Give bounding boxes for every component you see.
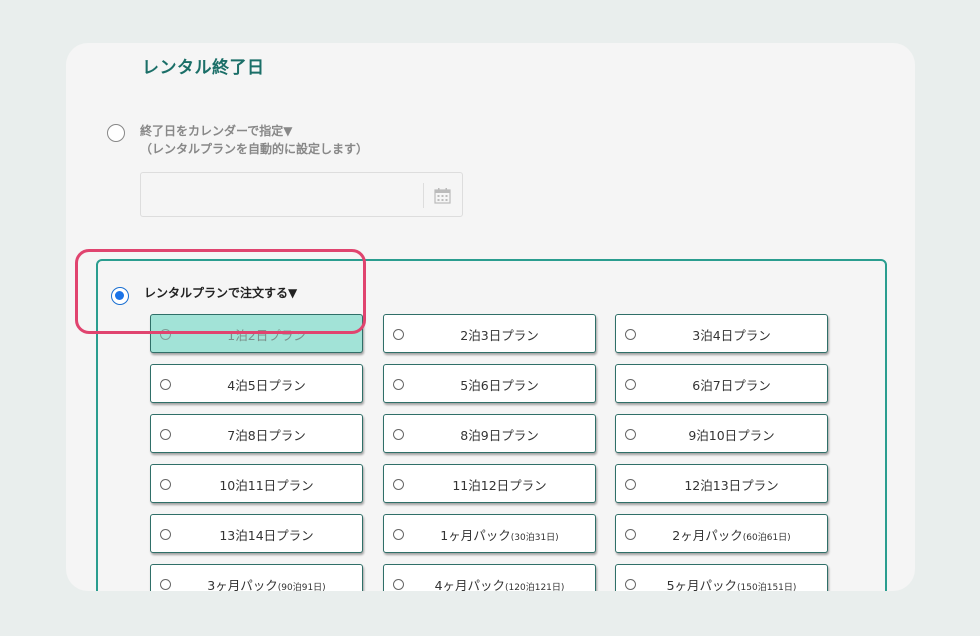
plan-label: 9泊10日プラン — [640, 425, 823, 444]
plan-label-main: 12泊13日プラン — [684, 478, 779, 493]
plan-radio[interactable] — [625, 529, 636, 540]
plan-label-main: 3泊4日プラン — [692, 328, 771, 343]
plan-label: 1ヶ月パック(30泊31日) — [408, 525, 591, 544]
plan-option-12[interactable]: 12泊13日プラン — [615, 464, 828, 503]
input-divider — [423, 183, 424, 208]
plan-label: 13泊14日プラン — [175, 525, 358, 544]
plan-radio[interactable] — [160, 429, 171, 440]
plan-option-15[interactable]: 2ヶ月パック(60泊61日) — [615, 514, 828, 553]
plan-option-5[interactable]: 5泊6日プラン — [383, 364, 596, 403]
plan-radio[interactable] — [393, 479, 404, 490]
plan-label: 5泊6日プラン — [408, 375, 591, 394]
plan-option-10[interactable]: 10泊11日プラン — [150, 464, 363, 503]
plan-label-sub: (90泊91日) — [277, 583, 326, 591]
plan-option-14[interactable]: 1ヶ月パック(30泊31日) — [383, 514, 596, 553]
plan-option-radio[interactable] — [111, 287, 129, 305]
plan-label-main: 2泊3日プラン — [460, 328, 539, 343]
plan-option-13[interactable]: 13泊14日プラン — [150, 514, 363, 553]
plan-option-label[interactable]: レンタルプランで注文する▼ — [144, 284, 297, 301]
plan-label-main: 1泊2日プラン — [227, 328, 306, 343]
plan-label: 5ヶ月パック(150泊151日) — [640, 575, 823, 591]
plan-label-main: 8泊9日プラン — [460, 428, 539, 443]
plan-label: 3泊4日プラン — [640, 325, 823, 344]
plan-label: 2ヶ月パック(60泊61日) — [640, 525, 823, 544]
plan-label: 7泊8日プラン — [175, 425, 358, 444]
plan-radio[interactable] — [393, 329, 404, 340]
plan-label-sub: (120泊121日) — [505, 583, 565, 591]
plan-radio[interactable] — [625, 329, 636, 340]
plan-label-main: 5泊6日プラン — [460, 378, 539, 393]
plan-radio[interactable] — [393, 379, 404, 390]
plan-label-main: 4ヶ月パック — [434, 578, 506, 591]
plan-option-9[interactable]: 9泊10日プラン — [615, 414, 828, 453]
end-date-input[interactable] — [140, 172, 463, 217]
plan-label: 11泊12日プラン — [408, 475, 591, 494]
plan-radio[interactable] — [625, 479, 636, 490]
plan-label-main: 4泊5日プラン — [227, 378, 306, 393]
plan-radio[interactable] — [393, 429, 404, 440]
plan-label-main: 6泊7日プラン — [692, 378, 771, 393]
plan-label: 4ヶ月パック(120泊121日) — [408, 575, 591, 591]
plan-radio[interactable] — [625, 429, 636, 440]
plan-label-main: 1ヶ月パック — [440, 528, 511, 543]
plan-radio[interactable] — [625, 379, 636, 390]
plan-option-1[interactable]: 1泊2日プラン — [150, 314, 363, 353]
plan-option-7[interactable]: 7泊8日プラン — [150, 414, 363, 453]
plan-radio[interactable] — [160, 479, 171, 490]
plan-label-main: 10泊11日プラン — [219, 478, 314, 493]
plan-option-8[interactable]: 8泊9日プラン — [383, 414, 596, 453]
rental-end-date-card: レンタル終了日 終了日をカレンダーで指定▼ （レンタルプランを自動的に設定します… — [66, 43, 915, 591]
calendar-icon[interactable] — [434, 187, 451, 204]
plan-label: 1泊2日プラン — [175, 325, 358, 344]
plan-label: 10泊11日プラン — [175, 475, 358, 494]
plan-option-2[interactable]: 2泊3日プラン — [383, 314, 596, 353]
plan-radio[interactable] — [625, 579, 636, 590]
plan-label-main: 13泊14日プラン — [219, 528, 314, 543]
plan-radio[interactable] — [393, 529, 404, 540]
plan-label: 8泊9日プラン — [408, 425, 591, 444]
plan-option-11[interactable]: 11泊12日プラン — [383, 464, 596, 503]
plan-option-17[interactable]: 4ヶ月パック(120泊121日) — [383, 564, 596, 591]
plan-label: 4泊5日プラン — [175, 375, 358, 394]
plan-label-main: 7泊8日プラン — [227, 428, 306, 443]
plan-label-sub: (30泊31日) — [510, 533, 559, 543]
section-title: レンタル終了日 — [142, 58, 265, 78]
plan-label: 2泊3日プラン — [408, 325, 591, 344]
plan-label-sub: (150泊151日) — [737, 583, 797, 591]
plan-option-3[interactable]: 3泊4日プラン — [615, 314, 828, 353]
plan-option-6[interactable]: 6泊7日プラン — [615, 364, 828, 403]
plan-label: 12泊13日プラン — [640, 475, 823, 494]
plan-option-18[interactable]: 5ヶ月パック(150泊151日) — [615, 564, 828, 591]
plan-radio[interactable] — [160, 329, 171, 340]
plan-option-16[interactable]: 3ヶ月パック(90泊91日) — [150, 564, 363, 591]
calendar-option-line2: （レンタルプランを自動的に設定します） — [140, 142, 369, 156]
plan-label: 6泊7日プラン — [640, 375, 823, 394]
plan-label-sub: (60泊61日) — [742, 533, 791, 543]
plan-label-main: 11泊12日プラン — [452, 478, 547, 493]
plan-label-main: 3ヶ月パック — [207, 578, 278, 591]
calendar-option-radio[interactable] — [107, 124, 125, 142]
plan-radio[interactable] — [160, 529, 171, 540]
plan-label-main: 9泊10日プラン — [688, 428, 775, 443]
plan-radio[interactable] — [393, 579, 404, 590]
plan-label: 3ヶ月パック(90泊91日) — [175, 575, 358, 591]
plan-radio[interactable] — [160, 379, 171, 390]
calendar-option-label[interactable]: 終了日をカレンダーで指定▼ （レンタルプランを自動的に設定します） — [140, 122, 368, 158]
plan-label-main: 2ヶ月パック — [672, 528, 743, 543]
calendar-option-line1: 終了日をカレンダーで指定▼ — [140, 124, 293, 138]
plan-option-4[interactable]: 4泊5日プラン — [150, 364, 363, 403]
plan-label-main: 5ヶ月パック — [666, 578, 738, 591]
plan-radio[interactable] — [160, 579, 171, 590]
